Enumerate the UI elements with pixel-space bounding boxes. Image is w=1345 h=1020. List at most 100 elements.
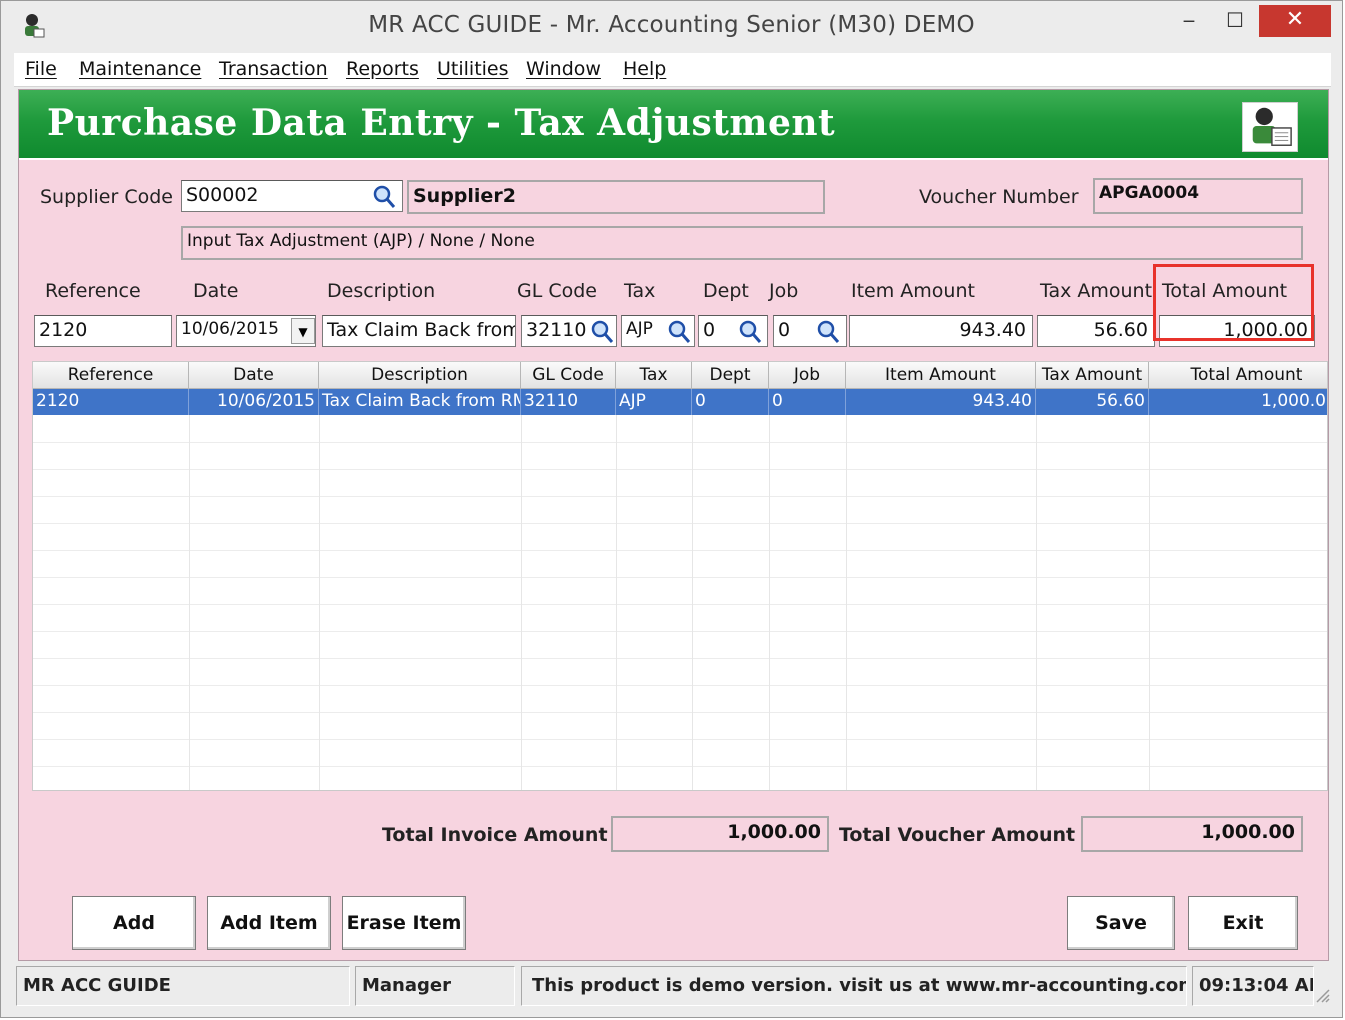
table-row[interactable]: 2120 10/06/2015 Tax Claim Back from RM 3… <box>33 389 1327 415</box>
gl-code-label: GL Code <box>517 280 597 302</box>
grid-line <box>33 712 1327 713</box>
search-icon[interactable] <box>371 182 397 210</box>
grid-line <box>33 658 1327 659</box>
grid-column-line <box>521 415 522 790</box>
grid-column-line <box>846 415 847 790</box>
column-header-reference[interactable]: Reference <box>33 362 189 389</box>
search-icon[interactable] <box>815 317 841 345</box>
menu-transaction[interactable]: Transaction <box>219 58 328 80</box>
status-company: MR ACC GUIDE <box>16 966 350 1006</box>
cell-job: 0 <box>769 389 846 415</box>
menu-file[interactable]: File <box>25 58 57 80</box>
cell-tax-amount: 56.60 <box>1036 389 1149 415</box>
total-amount-highlight <box>1153 264 1314 341</box>
supplier-code-input[interactable]: S00002 <box>181 180 403 212</box>
cell-description: Tax Claim Back from RM <box>319 389 521 415</box>
cell-date: 10/06/2015 <box>189 389 319 415</box>
item-grid: Reference Date Description GL Code Tax D… <box>32 361 1328 791</box>
tax-amount-label: Tax Amount <box>1040 280 1153 302</box>
item-amount-label: Item Amount <box>851 280 975 302</box>
search-icon[interactable] <box>666 317 692 345</box>
accountant-icon <box>1242 102 1298 152</box>
dept-label: Dept <box>703 280 749 302</box>
page-title: Purchase Data Entry - Tax Adjustment <box>47 102 836 144</box>
application-window: MR ACC GUIDE - Mr. Accounting Senior (M3… <box>0 0 1343 1018</box>
grid-line <box>33 631 1327 632</box>
total-voucher-amount-label: Total Voucher Amount : <box>839 824 1090 846</box>
column-header-item-amount[interactable]: Item Amount <box>846 362 1036 389</box>
total-voucher-amount-field: 1,000.00 <box>1081 816 1303 852</box>
grid-column-line <box>1149 415 1150 790</box>
grid-column-line <box>189 415 190 790</box>
grid-column-line <box>616 415 617 790</box>
column-header-date[interactable]: Date <box>189 362 319 389</box>
form-banner: Purchase Data Entry - Tax Adjustment <box>19 90 1328 160</box>
status-user: Manager <box>355 966 515 1006</box>
total-invoice-amount-field: 1,000.00 <box>611 816 829 852</box>
menu-window[interactable]: Window <box>526 58 601 80</box>
date-label: Date <box>193 280 239 302</box>
item-amount-input[interactable]: 943.40 <box>849 315 1033 347</box>
minimize-button[interactable]: ‒ <box>1167 5 1211 37</box>
reference-input[interactable]: 2120 <box>34 315 172 347</box>
search-icon[interactable] <box>589 317 615 345</box>
purchase-entry-form: Purchase Data Entry - Tax Adjustment Sup… <box>18 89 1329 986</box>
window-title: MR ACC GUIDE - Mr. Accounting Senior (M3… <box>368 12 975 38</box>
tax-amount-input[interactable]: 56.60 <box>1037 315 1155 347</box>
grid-header: Reference Date Description GL Code Tax D… <box>33 362 1327 389</box>
description-input[interactable]: Tax Claim Back from <box>322 315 516 347</box>
status-message: This product is demo version. visit us a… <box>521 966 1187 1006</box>
menu-utilities[interactable]: Utilities <box>437 58 509 80</box>
grid-line <box>33 739 1327 740</box>
grid-column-line <box>319 415 320 790</box>
erase-item-button[interactable]: Erase Item <box>342 896 466 950</box>
cell-dept: 0 <box>692 389 769 415</box>
cell-total-amount: 1,000.0 <box>1261 391 1326 411</box>
status-time: 09:13:04 AI <box>1192 966 1314 1006</box>
search-icon[interactable] <box>737 317 763 345</box>
maximize-button[interactable]: ☐ <box>1213 5 1257 37</box>
supplier-code-label: Supplier Code <box>40 186 173 208</box>
menu-maintenance[interactable]: Maintenance <box>79 58 201 80</box>
cell-item-amount: 943.40 <box>846 389 1036 415</box>
cell-reference: 2120 <box>33 389 189 415</box>
column-header-total-amount[interactable]: Total Amount <box>1149 362 1327 389</box>
grid-column-line <box>769 415 770 790</box>
grid-column-line <box>1036 415 1037 790</box>
status-bar: MR ACC GUIDE Manager This product is dem… <box>14 963 1331 1009</box>
menu-reports[interactable]: Reports <box>346 58 419 80</box>
add-item-button[interactable]: Add Item <box>207 896 331 950</box>
title-bar: MR ACC GUIDE - Mr. Accounting Senior (M3… <box>1 1 1342 53</box>
tax-label: Tax <box>624 280 656 302</box>
grid-line <box>33 685 1327 686</box>
reference-label: Reference <box>45 280 141 302</box>
cell-gl-code: 32110 <box>521 389 616 415</box>
voucher-number-field: APGA0004 <box>1093 178 1303 214</box>
date-dropdown-button[interactable]: ▼ <box>291 318 315 344</box>
column-header-job[interactable]: Job <box>769 362 846 389</box>
resize-grip-icon[interactable] <box>1314 987 1330 1003</box>
voucher-number-label: Voucher Number <box>919 186 1079 208</box>
grid-column-line <box>692 415 693 790</box>
job-label: Job <box>769 280 799 302</box>
column-header-tax[interactable]: Tax <box>616 362 692 389</box>
column-header-dept[interactable]: Dept <box>692 362 769 389</box>
close-button[interactable]: ✕ <box>1259 5 1331 37</box>
column-header-description[interactable]: Description <box>319 362 521 389</box>
exit-button[interactable]: Exit <box>1188 896 1298 950</box>
save-button[interactable]: Save <box>1067 896 1175 950</box>
description-label: Description <box>327 280 436 302</box>
grid-line <box>33 469 1327 470</box>
column-header-gl-code[interactable]: GL Code <box>521 362 616 389</box>
column-header-tax-amount[interactable]: Tax Amount <box>1036 362 1149 389</box>
cell-tax: AJP <box>616 389 692 415</box>
grid-line <box>33 442 1327 443</box>
tax-info-field: Input Tax Adjustment (AJP) / None / None <box>181 226 1303 260</box>
add-invoice-button[interactable]: Add Invoice <box>72 896 196 986</box>
menu-help[interactable]: Help <box>623 58 666 80</box>
grid-line <box>33 523 1327 524</box>
grid-line <box>33 577 1327 578</box>
grid-line <box>33 604 1327 605</box>
supplier-name-field: Supplier2 <box>407 180 825 214</box>
grid-line <box>33 766 1327 767</box>
